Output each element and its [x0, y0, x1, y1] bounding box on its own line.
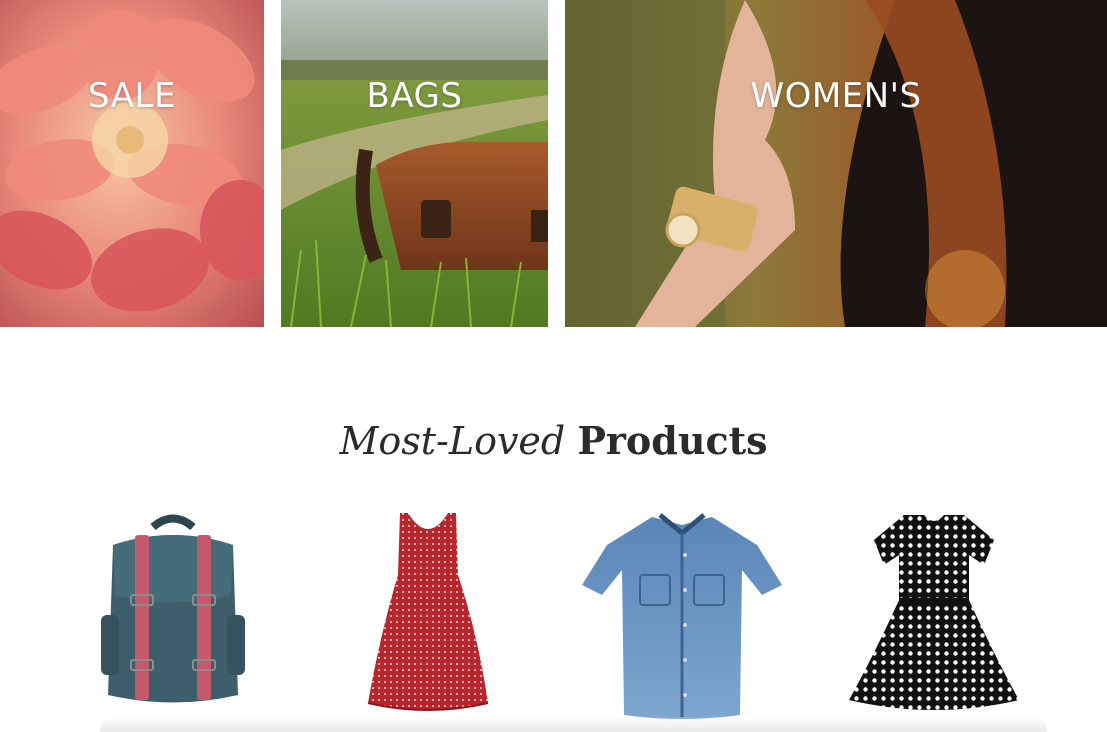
section-title-italic: Most-Loved: [339, 419, 566, 463]
denim-shirt-image: [582, 513, 782, 719]
leather-bag-image: [281, 0, 548, 327]
woman-with-watch-image: [565, 0, 1107, 327]
product-card-black-dress[interactable]: [834, 505, 1034, 732]
section-title: Most-Loved Products: [0, 418, 1107, 463]
category-tile-bags[interactable]: BAGS: [281, 0, 548, 327]
category-label-bags: BAGS: [366, 76, 463, 116]
red-polka-dot-dress-image: [367, 513, 489, 711]
category-label-womens: WOMEN'S: [750, 76, 922, 116]
category-label-sale: SALE: [88, 76, 176, 116]
teal-backpack-image: [101, 514, 245, 703]
product-card-denim-shirt[interactable]: [582, 505, 782, 732]
product-card-red-dress[interactable]: [328, 505, 528, 732]
category-tile-womens[interactable]: WOMEN'S: [565, 0, 1107, 327]
category-tile-sale[interactable]: SALE: [0, 0, 264, 327]
flowers-image: [0, 0, 264, 327]
section-title-bold: Products: [577, 418, 768, 463]
product-card-backpack[interactable]: [73, 505, 273, 732]
black-polka-dot-dress-image: [849, 515, 1019, 710]
